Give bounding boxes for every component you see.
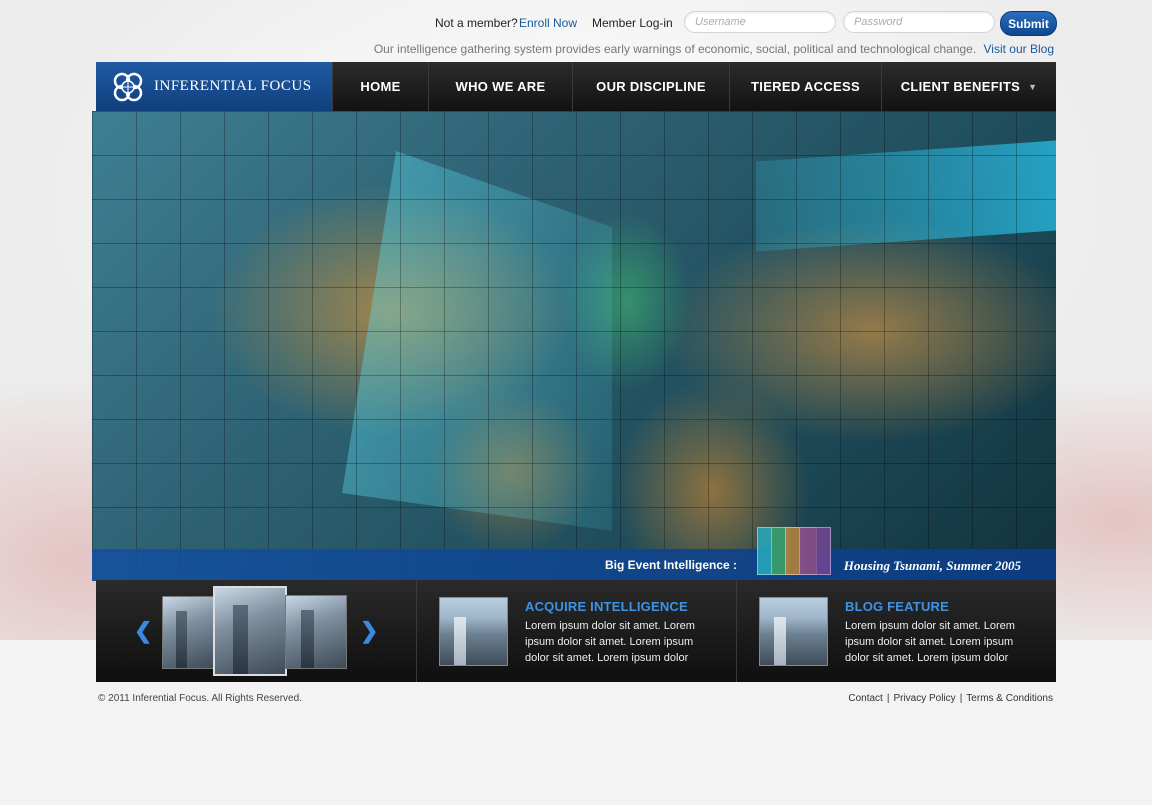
map-tiles <box>92 111 1056 581</box>
report-cards-icon <box>757 527 837 577</box>
dropdown-caret-icon: ▼ <box>1028 81 1038 92</box>
not-member-label: Not a member? <box>435 16 518 30</box>
tagline: Our intelligence gathering system provid… <box>374 42 1054 56</box>
feature-panels: ❮ ❯ ACQUIRE INTELLIGENCE Lorem ipsum dol… <box>96 580 1056 682</box>
visit-blog-link[interactable]: Visit our Blog <box>984 42 1054 56</box>
tagline-text: Our intelligence gathering system provid… <box>373 42 977 56</box>
nav-who-we-are[interactable]: WHO WE ARE <box>428 62 572 111</box>
enroll-now-link[interactable]: Enroll Now <box>519 16 577 30</box>
feature-body: Lorem ipsum dolor sit amet. Lorem ipsum … <box>845 620 1015 664</box>
feature-title: BLOG FEATURE <box>845 599 949 614</box>
login-bar: Not a member? Enroll Now Member Log-in S… <box>0 11 1057 36</box>
hero-world-map: Big Event Intelligence : Housing Tsunami… <box>92 111 1056 581</box>
footer-separator: | <box>886 693 890 704</box>
footer-links: Contact | Privacy Policy | Terms & Condi… <box>848 693 1053 704</box>
carousel-prev-icon[interactable]: ❮ <box>134 618 152 644</box>
nav-home[interactable]: HOME <box>332 62 428 111</box>
city-skyline-image <box>439 597 508 666</box>
globe-logo-icon <box>112 71 144 103</box>
carousel-thumb[interactable] <box>285 595 347 669</box>
feature-blog[interactable]: BLOG FEATURE Lorem ipsum dolor sit amet.… <box>736 580 1056 682</box>
footer-link-contact[interactable]: Contact <box>848 693 882 704</box>
hero-banner[interactable]: Big Event Intelligence : Housing Tsunami… <box>92 527 1056 581</box>
main-nav: INFERENTIAL FOCUS HOME WHO WE ARE OUR DI… <box>96 62 1056 111</box>
username-input[interactable] <box>684 11 836 33</box>
nav-tiered-access[interactable]: TIERED ACCESS <box>729 62 881 111</box>
logo[interactable]: INFERENTIAL FOCUS <box>96 62 332 111</box>
carousel-thumb[interactable] <box>162 596 216 669</box>
password-input[interactable] <box>843 11 995 33</box>
carousel-thumb-active[interactable] <box>213 586 287 676</box>
hero-banner-label: Big Event Intelligence : <box>605 558 738 572</box>
feature-body: Lorem ipsum dolor sit amet. Lorem ipsum … <box>525 620 695 664</box>
carousel-next-icon[interactable]: ❯ <box>360 618 378 644</box>
submit-button[interactable]: Submit <box>1000 11 1057 36</box>
footer-link-terms[interactable]: Terms & Conditions <box>966 693 1053 704</box>
footer-separator: | <box>959 693 963 704</box>
nav-client-benefits-label: CLIENT BENEFITS <box>900 79 1021 94</box>
city-skyline-image <box>759 597 828 666</box>
brand-name: INFERENTIAL FOCUS <box>154 78 312 94</box>
feature-title: ACQUIRE INTELLIGENCE <box>525 599 688 614</box>
nav-our-discipline[interactable]: OUR DISCIPLINE <box>572 62 729 111</box>
member-login-label: Member Log-in <box>592 16 673 30</box>
copyright: © 2011 Inferential Focus. All Rights Res… <box>98 693 302 704</box>
hero-banner-event: Housing Tsunami, Summer 2005 <box>843 558 1021 573</box>
footer-link-privacy[interactable]: Privacy Policy <box>893 693 955 704</box>
image-carousel: ❮ ❯ <box>96 580 416 682</box>
nav-client-benefits[interactable]: CLIENT BENEFITS ▼ <box>881 62 1056 111</box>
feature-acquire-intelligence[interactable]: ACQUIRE INTELLIGENCE Lorem ipsum dolor s… <box>416 580 736 682</box>
